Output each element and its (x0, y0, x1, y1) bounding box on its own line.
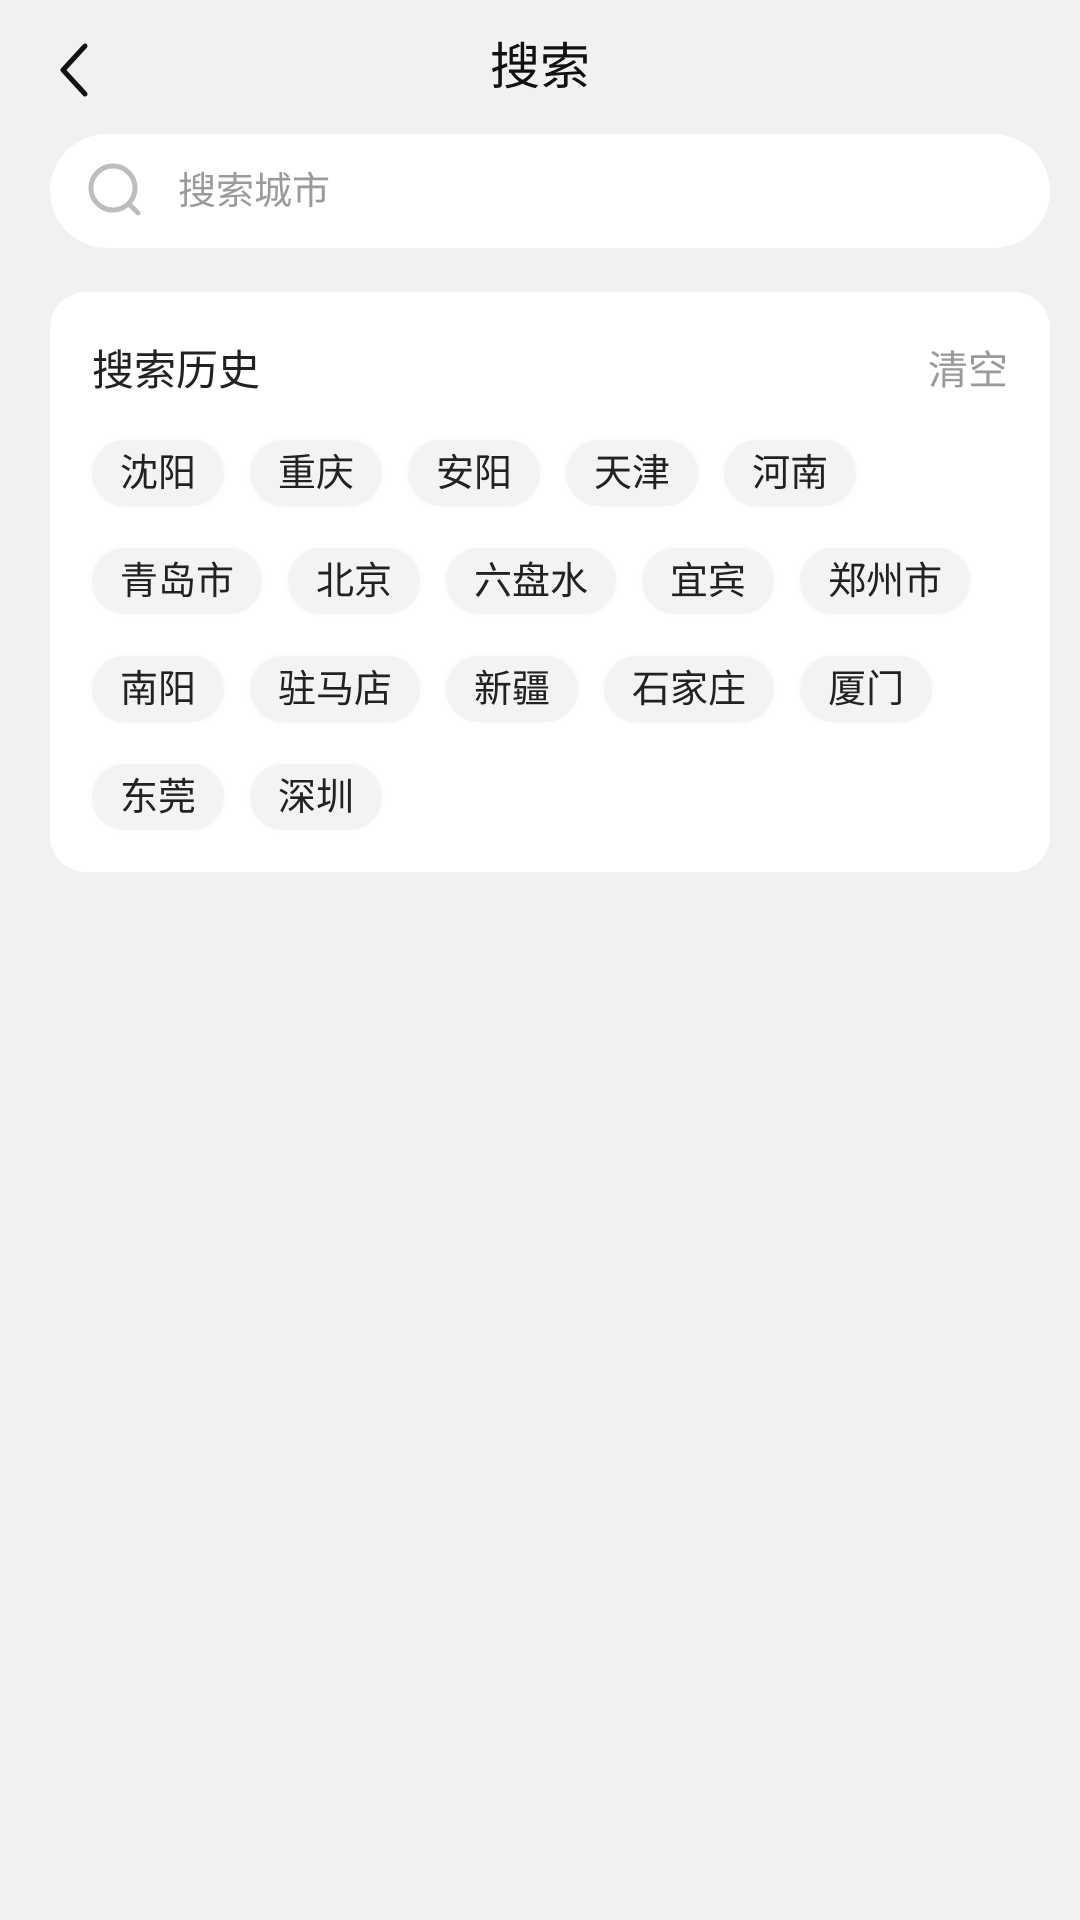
history-tag-list: 沈阳 重庆 安阳 天津 河南 青岛市 北京 六盘水 宜宾 郑州市 南阳 驻马店 … (92, 440, 992, 830)
history-tag[interactable]: 石家庄 (604, 656, 775, 722)
history-tag[interactable]: 六盘水 (446, 548, 617, 614)
search-input[interactable] (176, 168, 960, 214)
clear-history-button[interactable]: 清空 (928, 338, 1008, 396)
history-tag[interactable]: 重庆 (250, 440, 383, 506)
history-tag[interactable]: 河南 (724, 440, 857, 506)
history-tag[interactable]: 安阳 (408, 440, 541, 506)
history-tag[interactable]: 青岛市 (92, 548, 263, 614)
history-tag[interactable]: 厦门 (800, 656, 933, 722)
history-tag[interactable]: 新疆 (446, 656, 579, 722)
history-tag[interactable]: 宜宾 (642, 548, 775, 614)
search-history-title: 搜索历史 (92, 345, 261, 395)
search-history-header: 搜索历史 清空 (92, 332, 1008, 402)
history-tag[interactable]: 南阳 (92, 656, 225, 722)
history-tag[interactable]: 深圳 (250, 764, 383, 830)
search-icon (86, 161, 146, 221)
page-title: 搜索 (490, 38, 590, 96)
history-tag[interactable]: 驻马店 (250, 656, 421, 722)
search-history-card: 搜索历史 清空 沈阳 重庆 安阳 天津 河南 青岛市 北京 六盘水 宜宾 郑州市… (50, 292, 1050, 872)
history-tag[interactable]: 沈阳 (92, 440, 225, 506)
history-tag[interactable]: 天津 (566, 440, 699, 506)
history-tag[interactable]: 郑州市 (800, 548, 971, 614)
search-bar[interactable] (50, 134, 1050, 248)
top-bar: 搜索 (0, 0, 1080, 130)
history-tag[interactable]: 北京 (288, 548, 421, 614)
history-tag[interactable]: 东莞 (92, 764, 225, 830)
